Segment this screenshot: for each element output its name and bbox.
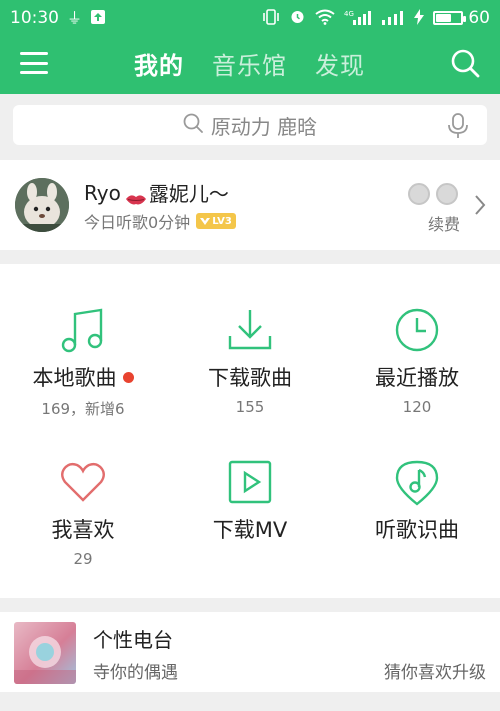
play-square-icon (228, 460, 272, 504)
radio-subtitle-right: 猜你喜欢升级 (384, 663, 486, 683)
grid-label: 本地歌曲 (32, 366, 117, 390)
vip-badge-icon (436, 183, 458, 205)
top-bar: 10:30 ⏚ 4G 60 我的 音乐馆 发现 (0, 0, 500, 94)
battery-indicator: 60 (433, 8, 490, 28)
vibrate-icon (262, 8, 280, 28)
grid-label: 听歌识曲 (375, 518, 459, 542)
grid-count: 120 (402, 398, 432, 416)
personal-radio-row[interactable]: 个性电台 寺你的偶遇 猜你喜欢升级 (0, 612, 500, 692)
grid-download-mv[interactable]: 下载MV (167, 458, 333, 550)
bottom-divider (0, 692, 500, 711)
listen-time: 今日听歌0分钟 LV3 (84, 209, 236, 233)
renew-label[interactable]: 续费 (428, 211, 460, 235)
grid-local-songs[interactable]: 本地歌曲 169，新增6 (0, 306, 166, 419)
search-placeholder: 原动力 鹿晗 (210, 114, 318, 139)
heart-icon (61, 462, 105, 502)
profile-row[interactable]: Ryo 露妮儿～ 今日听歌0分钟 LV3 续费 (0, 160, 500, 250)
lips-emoji-icon (125, 187, 146, 204)
grid-favorites[interactable]: 我喜欢 29 (0, 458, 166, 568)
radio-title: 个性电台 (93, 628, 173, 652)
usb-icon: ⏚ (67, 8, 83, 27)
grid-label: 下载MV (212, 518, 288, 542)
download-icon (228, 310, 272, 350)
battery-level-text: 60 (468, 8, 490, 28)
grid-label: 我喜欢 (51, 518, 115, 542)
status-bar: 10:30 ⏚ 4G 60 (0, 0, 500, 36)
vip-badge-icon (408, 183, 430, 205)
battery-icon (433, 11, 467, 25)
grid-count: 29 (73, 550, 93, 568)
search-small-icon (183, 113, 203, 138)
charging-icon (414, 8, 425, 28)
grid-label: 下载歌曲 (208, 366, 292, 390)
function-grid: 本地歌曲 169，新增6 下载歌曲 155 最近播放 120 我喜欢 29 下载… (0, 264, 500, 598)
upload-icon (90, 9, 106, 28)
signal-icon (381, 9, 405, 28)
chevron-right-icon (474, 194, 486, 216)
tab-discover[interactable]: 发现 (315, 46, 365, 81)
grid-count: 155 (235, 398, 265, 416)
svg-text:4G: 4G (344, 10, 354, 18)
vip-badges (408, 183, 458, 205)
wifi-icon (315, 9, 335, 28)
search-input[interactable]: 原动力 鹿晗 (13, 105, 487, 145)
tab-music-hall[interactable]: 音乐馆 (212, 46, 287, 81)
microphone-icon[interactable] (447, 113, 469, 139)
level-badge: LV3 (196, 213, 236, 229)
menu-icon[interactable] (20, 52, 48, 74)
new-dot (122, 371, 134, 383)
tab-mine[interactable]: 我的 (134, 46, 184, 81)
nav-tabs: 我的 音乐馆 发现 (134, 46, 365, 81)
grid-label: 最近播放 (375, 366, 459, 390)
music-note-icon (61, 308, 103, 353)
clock-icon (395, 308, 439, 352)
radio-subtitle-left: 寺你的偶遇 (93, 663, 178, 683)
grid-song-recognition[interactable]: 听歌识曲 (334, 458, 500, 550)
status-time: 10:30 (10, 8, 59, 28)
user-name: Ryo 露妮儿～ (84, 180, 229, 207)
main-nav: 我的 音乐馆 发现 (0, 36, 500, 94)
search-section: 原动力 鹿晗 (0, 94, 500, 158)
grid-recent-play[interactable]: 最近播放 120 (334, 306, 500, 416)
music-recognize-icon (395, 460, 439, 506)
alarm-icon (289, 8, 306, 28)
radio-cover-image (14, 622, 76, 684)
avatar[interactable] (15, 178, 69, 232)
search-icon[interactable] (450, 48, 480, 78)
grid-downloaded-songs[interactable]: 下载歌曲 155 (167, 306, 333, 416)
signal-4g-icon: 4G (344, 9, 372, 28)
grid-count: 169，新增6 (41, 400, 125, 418)
